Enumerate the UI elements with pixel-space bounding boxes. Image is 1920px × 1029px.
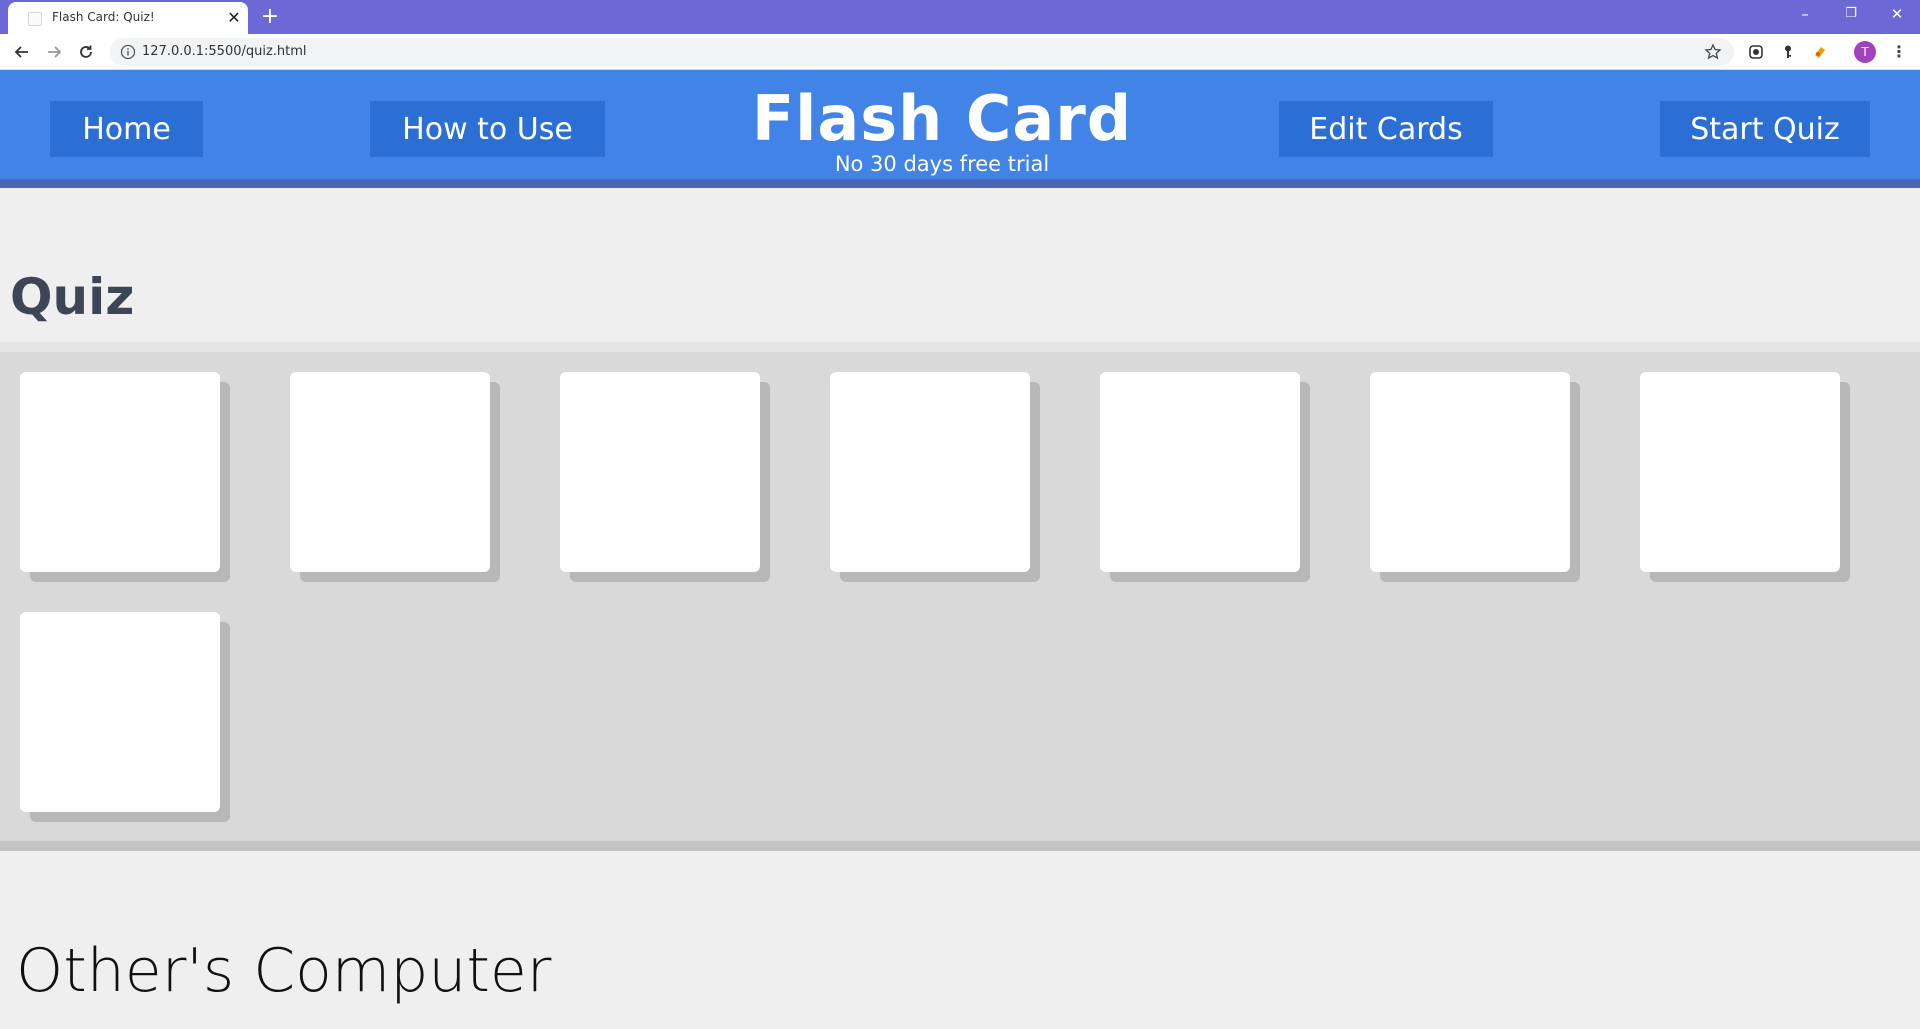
brand-title: Flash Card bbox=[751, 82, 1133, 155]
info-icon[interactable] bbox=[120, 44, 136, 60]
restore-button[interactable]: ❐ bbox=[1828, 0, 1874, 30]
close-window-button[interactable]: ✕ bbox=[1874, 0, 1920, 30]
flash-card-8 bbox=[20, 612, 230, 822]
extension-square-icon bbox=[1749, 45, 1763, 59]
url-text: 127.0.0.1:5500/quiz.html bbox=[142, 44, 307, 59]
browser-tab[interactable]: Flash Card: Quiz! ✕ bbox=[8, 2, 248, 34]
browser-tab-strip: Flash Card: Quiz! ✕ + – ❐ ✕ bbox=[0, 0, 1920, 34]
extension-button[interactable] bbox=[1742, 38, 1770, 66]
forward-button[interactable] bbox=[40, 38, 68, 66]
paint-extension-icon bbox=[1815, 47, 1825, 58]
tab-title: Flash Card: Quiz! bbox=[52, 10, 155, 24]
bookmark-star-icon[interactable] bbox=[1704, 43, 1722, 61]
flash-card[interactable] bbox=[290, 372, 490, 572]
how-to-use-button[interactable]: How to Use bbox=[370, 101, 605, 157]
flash-card[interactable] bbox=[20, 612, 220, 812]
browser-toolbar: 127.0.0.1:5500/quiz.html T ⋮ bbox=[0, 34, 1920, 70]
flash-card[interactable] bbox=[1640, 372, 1840, 572]
new-tab-button[interactable]: + bbox=[258, 4, 282, 30]
flash-card[interactable] bbox=[20, 372, 220, 572]
start-quiz-button[interactable]: Start Quiz bbox=[1660, 101, 1870, 157]
flash-card-2 bbox=[290, 372, 500, 582]
close-tab-icon[interactable]: ✕ bbox=[224, 8, 244, 28]
minimize-button[interactable]: – bbox=[1782, 0, 1828, 30]
key-extension-button[interactable] bbox=[1774, 38, 1802, 66]
back-arrow-icon bbox=[14, 46, 28, 58]
profile-avatar[interactable]: T bbox=[1854, 41, 1876, 63]
brand-subtitle: No 30 days free trial bbox=[834, 152, 1050, 176]
flash-card-7 bbox=[1640, 372, 1850, 582]
flash-card-6 bbox=[1370, 372, 1580, 582]
color-extension-button[interactable] bbox=[1806, 38, 1834, 66]
flash-card-5 bbox=[1100, 372, 1310, 582]
flash-card[interactable] bbox=[830, 372, 1030, 572]
page-title: Quiz bbox=[10, 268, 135, 326]
reload-button[interactable] bbox=[72, 38, 100, 66]
section-heading: Other's Computer bbox=[16, 936, 552, 1006]
key-icon bbox=[1785, 45, 1791, 58]
site-header: Home How to Use Flash Card No 30 days fr… bbox=[0, 70, 1920, 188]
home-button[interactable]: Home bbox=[50, 101, 203, 157]
flash-card[interactable] bbox=[1370, 372, 1570, 572]
forward-arrow-icon bbox=[48, 46, 62, 58]
flash-card-3 bbox=[560, 372, 770, 582]
flash-card[interactable] bbox=[1100, 372, 1300, 572]
browser-menu-button[interactable]: ⋮ bbox=[1888, 38, 1910, 66]
back-button[interactable] bbox=[8, 38, 36, 66]
page-icon bbox=[28, 12, 42, 26]
reload-icon bbox=[80, 45, 92, 58]
flash-card-1 bbox=[20, 372, 230, 582]
card-grid bbox=[0, 342, 1920, 851]
flash-card[interactable] bbox=[560, 372, 760, 572]
address-bar[interactable]: 127.0.0.1:5500/quiz.html bbox=[110, 38, 1734, 66]
flash-card-4 bbox=[830, 372, 1040, 582]
edit-cards-button[interactable]: Edit Cards bbox=[1279, 101, 1493, 157]
